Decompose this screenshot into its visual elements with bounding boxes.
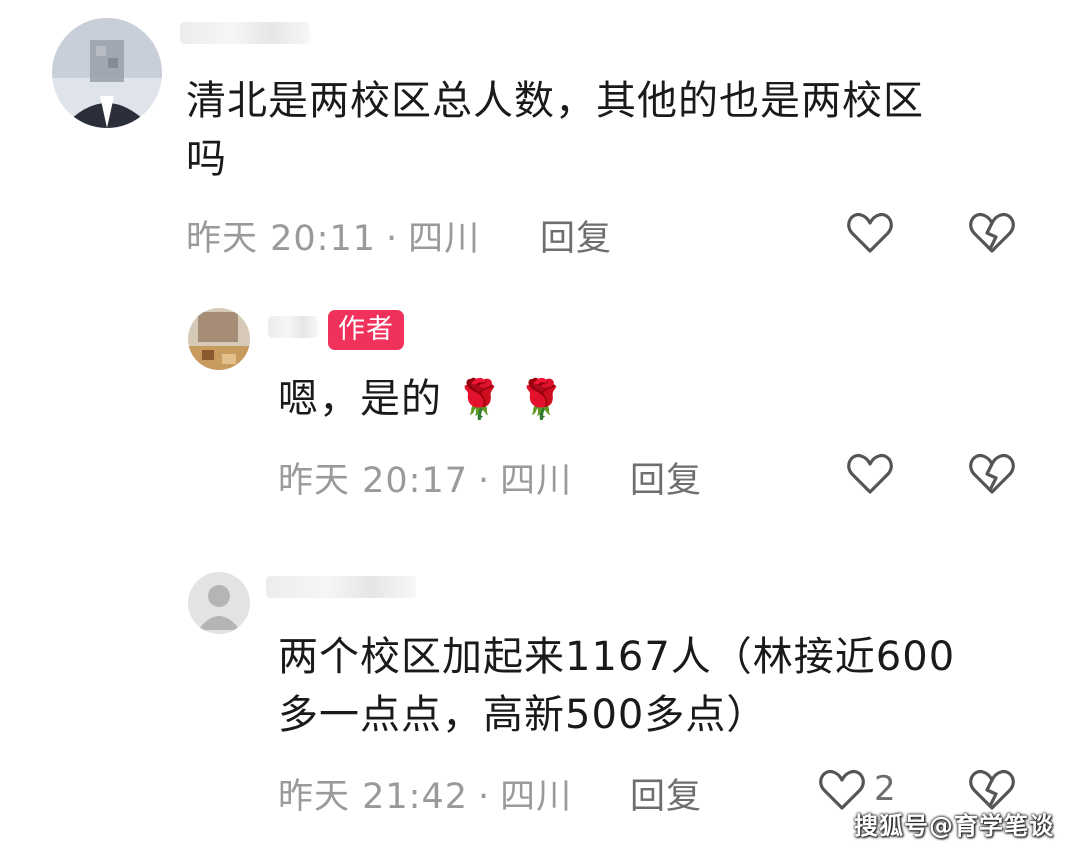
comment-text: 两个校区加起来1167人（林接近600 多一点点，高新500多点） [278, 628, 1038, 744]
comment-location: 四川 [408, 219, 481, 259]
comment-location: 四川 [500, 777, 573, 817]
username-blurred[interactable] [266, 576, 416, 598]
comment-text: 嗯，是的 🌹 🌹 [278, 370, 778, 428]
comment-text: 清北是两校区总人数，其他的也是两校区 吗 [186, 72, 1046, 188]
avatar[interactable] [188, 308, 250, 370]
comment-text-line: 清北是两校区总人数，其他的也是两校区 [186, 78, 924, 124]
heart-outline-icon[interactable] [846, 211, 894, 255]
meta-separator: · [478, 461, 491, 501]
comment-meta: 昨天 20:17 · 四川 [278, 452, 572, 503]
author-badge: 作者 [328, 310, 404, 350]
avatar[interactable] [52, 18, 162, 128]
comment-time: 昨天 20:11 [186, 219, 376, 259]
broken-heart-icon[interactable] [968, 452, 1016, 496]
username-blurred[interactable] [268, 316, 318, 338]
like-count: 2 [874, 769, 896, 809]
comment-time: 昨天 20:17 [278, 461, 468, 501]
meta-separator: · [478, 777, 491, 817]
reply-button[interactable]: 回复 [540, 210, 612, 261]
heart-outline-icon[interactable] [846, 452, 894, 496]
comment-location: 四川 [500, 461, 573, 501]
comment-text-line: 多一点点，高新500多点） [278, 692, 768, 738]
meta-separator: · [386, 219, 399, 259]
comment-text-line: 吗 [186, 136, 227, 182]
username-blurred[interactable] [180, 22, 310, 44]
watermark: 搜狐号@育学笔谈 [854, 812, 1054, 840]
rose-emoji: 🌹 [517, 377, 567, 421]
reply-button[interactable]: 回复 [630, 452, 702, 503]
comment-time: 昨天 21:42 [278, 777, 468, 817]
broken-heart-icon[interactable] [968, 211, 1016, 255]
rose-emoji: 🌹 [455, 377, 505, 421]
comment-text-line: 嗯，是的 [278, 376, 442, 422]
comment-meta: 昨天 21:42 · 四川 [278, 768, 572, 819]
comment-meta: 昨天 20:11 · 四川 [186, 210, 480, 261]
avatar[interactable] [188, 572, 250, 634]
comment-text-line: 两个校区加起来1167人（林接近600 [278, 634, 956, 680]
reply-button[interactable]: 回复 [630, 768, 702, 819]
